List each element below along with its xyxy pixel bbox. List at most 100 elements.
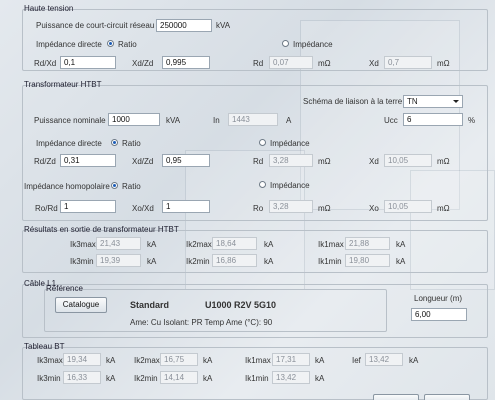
ht-impedance-radio[interactable] [282,40,289,47]
longueur-label: Longueur (m) [414,294,463,303]
pn-unit: kVA [166,116,181,125]
tr-xoxd-label: Xo/Xd [132,204,154,213]
dialog-button-right[interactable] [424,394,470,400]
cable-name: U1000 R2V 5G10 [205,300,277,310]
schema-select[interactable]: TN [403,95,463,108]
tr-xd-label: Xd [369,157,379,166]
tr-xoxd-input[interactable]: 1 [162,200,210,213]
in-field: 1443 [228,113,278,126]
ht-xd-label: Xd [369,59,379,68]
tb-ik2max-label: Ik2max [134,356,160,365]
tb-ik3min-label: Ik3min [37,374,61,383]
tb-ik3max-unit: kA [106,356,116,365]
ht-impedance-label: Impédance [293,40,333,49]
tb-ik2max-unit: kA [203,356,213,365]
ht-rd-unit: mΩ [318,59,331,68]
pn-input[interactable]: 1000 [108,113,160,126]
tr-ratio-radio[interactable] [111,139,118,146]
res-ik3min-label: Ik3min [70,257,94,266]
tb-ik1min-unit: kA [315,374,325,383]
res-ik3max-label: Ik3max [70,240,96,249]
transfo-title: Transformateur HTBT [24,80,102,89]
tb-ik2min-field: 14,14 [160,371,198,384]
tr-rdzd-input[interactable]: 0,31 [60,154,116,167]
tr-ratio2-radio[interactable] [111,182,118,189]
tb-ief-unit: kA [409,356,419,365]
ht-xd-field: 0,7 [384,56,432,69]
ht-xdzd-label: Xd/Zd [132,59,154,68]
cable-details: Ame: Cu Isolant: PR Temp Ame (°C): 90 [130,318,273,327]
res-ik2max-unit: kA [264,240,274,249]
res-ik1min-unit: kA [396,257,406,266]
pcc-input[interactable]: 250000 [156,19,212,32]
res-ik2min-unit: kA [264,257,274,266]
in-unit: A [286,116,292,125]
dialog-button-left[interactable] [373,394,419,400]
reference-title: Référence [46,284,83,293]
in-label: In [213,116,220,125]
tr-xd-field: 10,05 [384,154,432,167]
resultats-title: Résultats en sortie de transformateur HT… [24,225,179,234]
cable-type: Standard [130,300,170,310]
ht-ratio-radio[interactable] [107,40,114,47]
ht-rd-label: Rd [253,59,264,68]
ht-xd-unit: mΩ [437,59,450,68]
tr-impedance-label: Impédance [270,139,310,148]
catalogue-button[interactable]: Catalogue [55,297,107,313]
tr-rd-unit: mΩ [318,157,331,166]
res-ik3max-unit: kA [147,240,157,249]
tb-ief-field: 13,42 [365,353,403,366]
tb-ik1max-label: Ik1max [245,356,271,365]
tr-impedance2-radio[interactable] [259,181,266,188]
tb-ik2max-field: 16,75 [160,353,198,366]
tr-ratio-label: Ratio [122,139,141,148]
res-ik1min-field: 19,80 [345,254,390,267]
schema-label: Schéma de liaison à la terre [303,97,403,106]
ht-rdxd-label: Rd/Xd [34,59,57,68]
tb-ik3min-unit: kA [106,374,116,383]
tb-ik2min-unit: kA [203,374,213,383]
haute-tension-title: Haute tension [24,4,74,13]
tr-xd-unit: mΩ [437,157,450,166]
tableau-title: Tableau BT [24,342,65,351]
tb-ik3max-field: 19,34 [63,353,101,366]
tr-xo-label: Xo [369,204,379,213]
tr-rord-input[interactable]: 1 [60,200,116,213]
chevron-down-icon [453,100,459,103]
tr-imp-homo-label: Impédance homopolaire [24,182,110,191]
tr-xo-unit: mΩ [437,204,450,213]
tr-ro-field: 3,28 [269,200,313,213]
tr-rd-field: 3,28 [269,154,313,167]
tr-impedance2-label: Impédance [270,181,310,190]
tr-rdzd-label: Rd/Zd [34,157,56,166]
res-ik3min-field: 19,39 [96,254,141,267]
tb-ik3min-field: 16,33 [63,371,101,384]
res-ik2max-label: Ik2max [186,240,212,249]
tb-ik3max-label: Ik3max [37,356,63,365]
tr-ro-label: Ro [253,204,264,213]
ht-rdxd-input[interactable]: 0,1 [60,56,116,69]
pcc-unit: kVA [216,21,231,30]
ht-xdzd-input[interactable]: 0,995 [162,56,210,69]
ht-imp-directe-label: Impédance directe [36,40,102,49]
tr-xdzd-input[interactable]: 0,95 [162,154,210,167]
tb-ik1max-unit: kA [315,356,325,365]
ucc-input[interactable]: 6 [403,113,463,126]
tr-ratio2-label: Ratio [122,182,141,191]
tb-ik1min-field: 13,42 [272,371,310,384]
ht-ratio-label: Ratio [118,40,137,49]
res-ik1min-label: Ik1min [318,257,342,266]
res-ik3max-field: 21,43 [96,237,141,250]
tr-ro-unit: mΩ [318,204,331,213]
ucc-unit: % [468,116,476,125]
tr-impedance-radio[interactable] [259,139,266,146]
tb-ik1max-field: 17,31 [272,353,310,366]
pn-label: Puissance nominale [34,116,106,125]
tr-imp-directe-label: Impédance directe [36,139,102,148]
tb-ik1min-label: Ik1min [245,374,269,383]
tb-ief-label: Ief [352,356,361,365]
ucc-label: Ucc [384,116,398,125]
longueur-input[interactable]: 6,00 [411,308,467,321]
res-ik1max-field: 21,88 [345,237,390,250]
tr-rd-label: Rd [253,157,264,166]
